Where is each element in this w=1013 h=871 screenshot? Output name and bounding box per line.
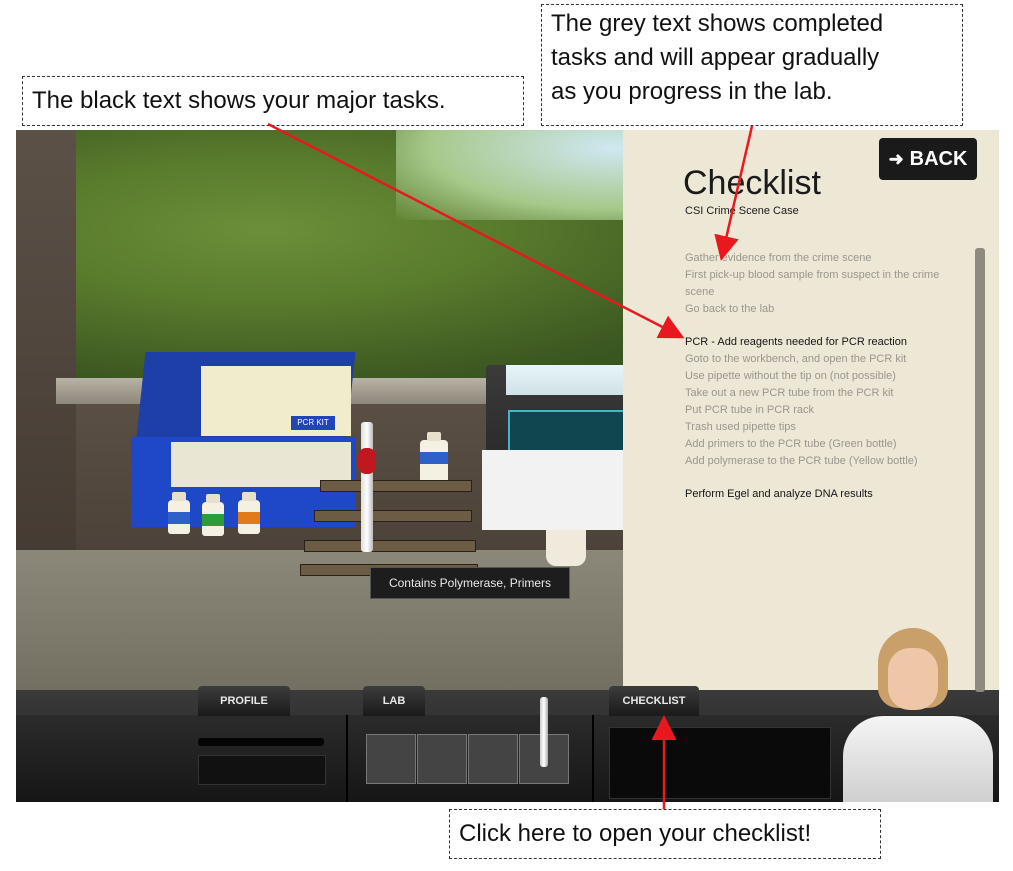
annotation-arrows [267, 122, 754, 810]
arrow-to-major-task [267, 122, 685, 339]
arrow-to-completed-task [714, 125, 754, 261]
callout-open-checklist: Click here to open your checklist! [449, 809, 881, 859]
